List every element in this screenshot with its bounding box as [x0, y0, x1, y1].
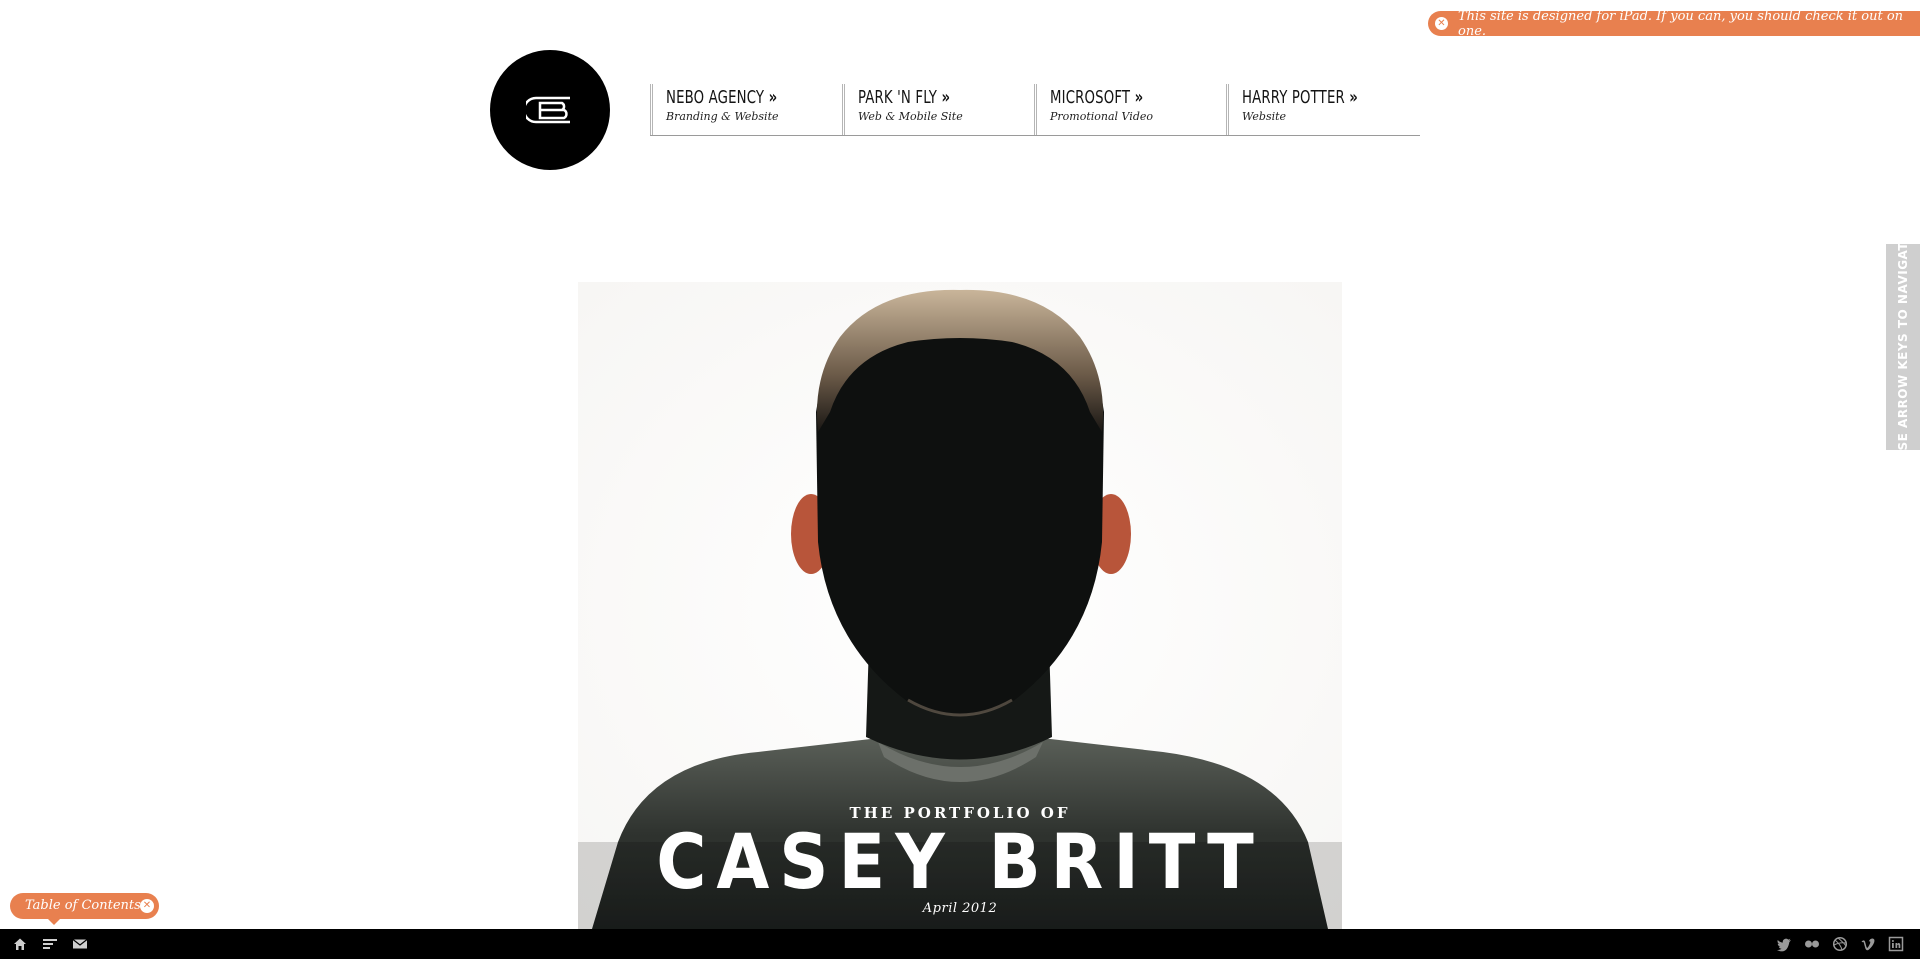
- nav-item-park-n-fly[interactable]: PARK 'N FLY » Web & Mobile Site: [842, 84, 1034, 135]
- home-icon[interactable]: [12, 936, 28, 952]
- nav-item-title: NEBO AGENCY »: [666, 87, 778, 108]
- logo[interactable]: [490, 50, 610, 170]
- ipad-notice-text: This site is designed for iPad. If you c…: [1458, 8, 1904, 39]
- project-nav: NEBO AGENCY » Branding & Website PARK 'N…: [650, 84, 1420, 136]
- nav-item-title: MICROSOFT »: [1050, 87, 1144, 108]
- twitter-icon[interactable]: [1776, 936, 1792, 952]
- dribbble-icon[interactable]: [1832, 936, 1848, 952]
- linkedin-icon[interactable]: [1888, 936, 1904, 952]
- nav-item-nebo-agency[interactable]: NEBO AGENCY » Branding & Website: [650, 84, 842, 135]
- arrow-keys-hint-label: USE ARROW KEYS TO NAVIGATE: [1896, 233, 1910, 461]
- vimeo-icon[interactable]: [1860, 936, 1876, 952]
- nav-item-subtitle: Promotional Video: [1050, 110, 1153, 123]
- nav-item-microsoft[interactable]: MICROSOFT » Promotional Video: [1034, 84, 1226, 135]
- nav-item-harry-potter[interactable]: HARRY POTTER » Website: [1226, 84, 1418, 135]
- close-icon[interactable]: ✕: [1435, 17, 1448, 30]
- cb-monogram-icon: [526, 96, 570, 124]
- hero-date: April 2012: [922, 901, 998, 916]
- flickr-icon[interactable]: [1804, 936, 1820, 952]
- ipad-notice-banner: ✕ This site is designed for iPad. If you…: [1428, 8, 1920, 39]
- menu-icon[interactable]: [42, 936, 58, 952]
- toc-label: Table of Contents: [25, 898, 141, 913]
- nav-item-title: HARRY POTTER »: [1242, 87, 1359, 108]
- nav-item-title: PARK 'N FLY »: [858, 87, 951, 108]
- mail-icon[interactable]: [72, 936, 88, 952]
- nav-item-subtitle: Website: [1242, 110, 1287, 123]
- bottom-toolbar: [0, 929, 1920, 959]
- nav-item-subtitle: Branding & Website: [666, 110, 779, 123]
- nav-item-subtitle: Web & Mobile Site: [858, 110, 963, 123]
- hero-name: CASEY BRITT: [656, 817, 1264, 906]
- table-of-contents-button[interactable]: Table of Contents ✕: [10, 893, 159, 925]
- arrow-keys-hint-tab: USE ARROW KEYS TO NAVIGATE: [1886, 233, 1920, 461]
- close-icon[interactable]: ✕: [140, 899, 154, 913]
